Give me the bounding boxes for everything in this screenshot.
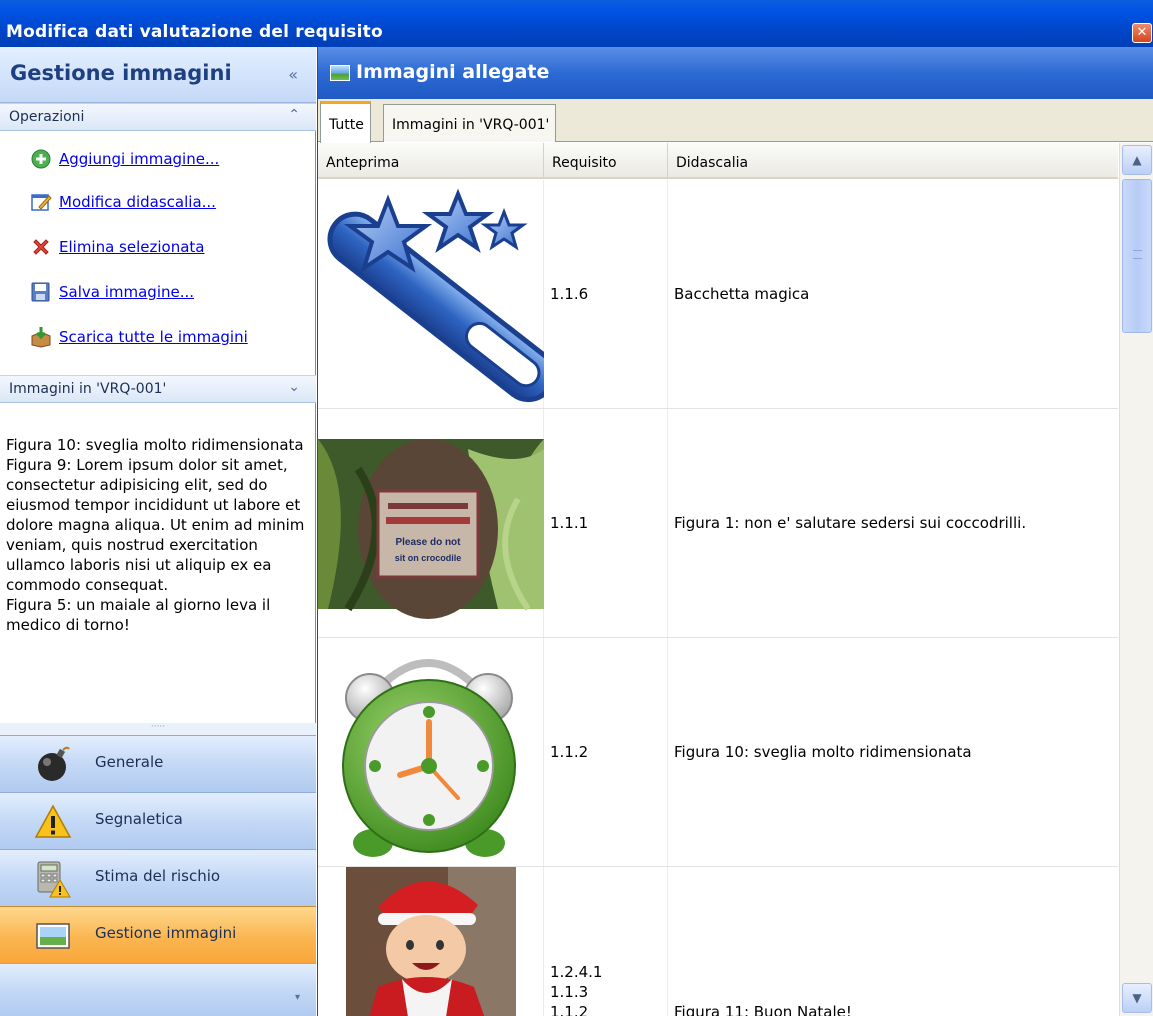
column-header-didascalia[interactable]: Didascalia bbox=[668, 143, 1118, 179]
tab-immagini-vrq-label: Immagini in 'VRQ-001' bbox=[392, 117, 550, 133]
table-row[interactable]: 1.2.4.1 1.1.3 1.1.2 Figura 11: Buon Nata… bbox=[318, 867, 1118, 1016]
chevron-up-icon[interactable]: ⌃ bbox=[288, 107, 300, 123]
nav-stima-rischio[interactable]: Stima del rischio bbox=[0, 849, 316, 906]
save-image-link[interactable]: Salva immagine... bbox=[30, 280, 194, 304]
crocodile-sign-image: Please do not sit on crocodile bbox=[318, 409, 544, 637]
images-description-text: Figura 10: sveglia molto ridimensionata … bbox=[6, 436, 305, 634]
column-header-didascalia-label: Didascalia bbox=[676, 155, 749, 171]
nav-segnaletica-label: Segnaletica bbox=[95, 810, 183, 828]
row-requisito: 1.2.4.1 1.1.3 1.1.2 bbox=[544, 867, 668, 1016]
column-header-anteprima[interactable]: Anteprima bbox=[318, 143, 544, 179]
add-icon bbox=[30, 148, 52, 170]
row-didascalia: Figura 10: sveglia molto ridimensionata bbox=[674, 743, 972, 761]
bomb-icon bbox=[34, 746, 72, 784]
operations-list: Aggiungi immagine... Modifica didascalia… bbox=[0, 132, 316, 375]
picture-icon bbox=[330, 65, 350, 81]
images-grid: Anteprima Requisito Didascalia 1.1.6 Bac… bbox=[318, 143, 1118, 1016]
warning-icon bbox=[34, 803, 72, 841]
baby-santa-image bbox=[318, 867, 544, 1016]
right-panel-header: Immagini allegate bbox=[318, 47, 1153, 99]
nav-stima-rischio-label: Stima del rischio bbox=[95, 867, 221, 885]
delete-selected-label[interactable]: Elimina selezionata bbox=[59, 238, 205, 256]
vertical-scrollbar[interactable]: ▲ ▼ bbox=[1119, 143, 1153, 1016]
chevron-down-icon[interactable]: ▾ bbox=[295, 992, 300, 1003]
row-didascalia: Figura 1: non e' salutare sedersi sui co… bbox=[674, 514, 1027, 532]
tab-tutte-label: Tutte bbox=[329, 117, 364, 133]
images-section-header[interactable]: Immagini in 'VRQ-001' ⌄ bbox=[0, 375, 316, 403]
images-description: Figura 10: sveglia molto ridimensionata … bbox=[6, 415, 308, 635]
save-icon bbox=[30, 281, 52, 303]
add-image-link[interactable]: Aggiungi immagine... bbox=[30, 147, 219, 171]
sign-text-line-1: Please do not bbox=[395, 537, 461, 548]
scroll-up-icon[interactable]: ▲ bbox=[1122, 145, 1152, 175]
row-didascalia: Bacchetta magica bbox=[674, 285, 810, 303]
operations-header[interactable]: Operazioni ⌃ bbox=[0, 103, 316, 131]
download-all-link[interactable]: Scarica tutte le immagini bbox=[30, 325, 248, 349]
scroll-down-icon[interactable]: ▼ bbox=[1122, 983, 1152, 1013]
row-requisito: 1.1.2 bbox=[544, 638, 668, 866]
edit-caption-label[interactable]: Modifica didascalia... bbox=[59, 193, 216, 211]
delete-selected-link[interactable]: Elimina selezionata bbox=[30, 235, 205, 259]
image-icon bbox=[34, 917, 72, 955]
download-icon bbox=[30, 326, 52, 348]
left-panel-header: Gestione immagini « bbox=[0, 47, 316, 103]
nav-generale-label: Generale bbox=[95, 753, 164, 771]
splitter-grip[interactable]: ····· bbox=[0, 723, 316, 735]
save-image-label[interactable]: Salva immagine... bbox=[59, 283, 194, 301]
collapse-panel-icon[interactable]: « bbox=[288, 65, 298, 84]
left-panel: Gestione immagini « Operazioni ⌃ Aggiung… bbox=[0, 47, 316, 1016]
column-header-requisito-label: Requisito bbox=[552, 155, 617, 171]
table-row[interactable]: Please do not sit on crocodile 1.1.1 Fig… bbox=[318, 409, 1118, 638]
sign-text-line-2: sit on crocodile bbox=[395, 553, 462, 563]
edit-icon bbox=[30, 191, 52, 213]
table-row[interactable]: 1.1.2 Figura 10: sveglia molto ridimensi… bbox=[318, 638, 1118, 867]
table-row[interactable]: 1.1.6 Bacchetta magica bbox=[318, 180, 1118, 409]
delete-icon bbox=[30, 236, 52, 258]
right-panel: Immagini allegate Tutte Immagini in 'VRQ… bbox=[317, 47, 1153, 1016]
tab-tutte[interactable]: Tutte bbox=[320, 101, 371, 143]
calculator-icon bbox=[34, 860, 72, 898]
alarm-clock-image bbox=[318, 638, 544, 866]
row-requisito: 1.1.6 bbox=[544, 180, 668, 408]
download-all-label[interactable]: Scarica tutte le immagini bbox=[59, 328, 248, 346]
add-image-label[interactable]: Aggiungi immagine... bbox=[59, 150, 219, 168]
right-panel-title: Immagini allegate bbox=[356, 61, 550, 83]
operations-header-label: Operazioni bbox=[9, 109, 85, 125]
nav-gestione-immagini-label: Gestione immagini bbox=[95, 924, 237, 942]
tab-immagini-vrq[interactable]: Immagini in 'VRQ-001' bbox=[383, 104, 557, 142]
tab-strip: Tutte Immagini in 'VRQ-001' bbox=[318, 99, 1153, 143]
row-requisito: 1.1.1 bbox=[544, 409, 668, 637]
scrollbar-thumb[interactable] bbox=[1122, 179, 1152, 333]
nav-segnaletica[interactable]: Segnaletica bbox=[0, 792, 316, 849]
nav-generale[interactable]: Generale bbox=[0, 735, 316, 792]
row-didascalia: Figura 11: Buon Natale! bbox=[674, 1003, 852, 1016]
close-icon[interactable]: ✕ bbox=[1132, 23, 1152, 43]
images-section-label: Immagini in 'VRQ-001' bbox=[9, 381, 167, 397]
column-header-anteprima-label: Anteprima bbox=[326, 155, 400, 171]
nav-overflow-bar[interactable]: ▾ bbox=[0, 963, 316, 1016]
chevron-down-icon[interactable]: ⌄ bbox=[288, 379, 300, 395]
nav-gestione-immagini[interactable]: Gestione immagini bbox=[0, 906, 316, 963]
column-header-requisito[interactable]: Requisito bbox=[544, 143, 668, 179]
edit-caption-link[interactable]: Modifica didascalia... bbox=[30, 190, 216, 214]
left-panel-title: Gestione immagini bbox=[10, 61, 232, 85]
window-title: Modifica dati valutazione del requisito bbox=[6, 22, 383, 42]
magic-wand-image bbox=[318, 180, 556, 408]
window-title-bar: Modifica dati valutazione del requisito … bbox=[0, 0, 1153, 47]
thumb-grip-icon bbox=[1133, 250, 1142, 259]
